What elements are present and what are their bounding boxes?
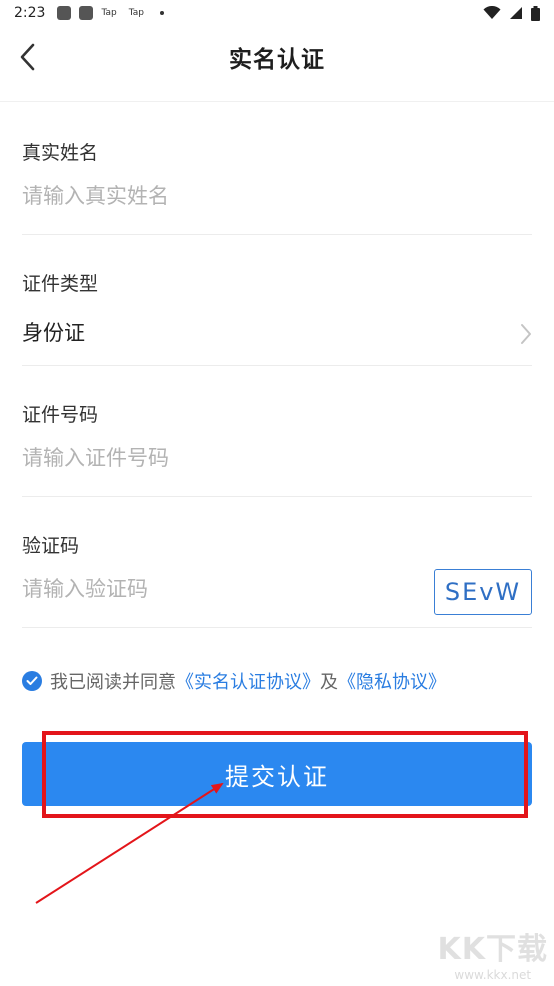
status-bar: 2:23 Tap Tap <box>0 0 554 26</box>
submit-verification-button[interactable]: 提交认证 <box>22 742 532 806</box>
id-number-field-row: 证件号码 <box>22 366 532 497</box>
name-field-row: 真实姓名 <box>22 102 532 235</box>
agreement-conjunction: 及 <box>320 672 338 693</box>
header-bar: 实名认证 <box>0 26 554 102</box>
id-number-label: 证件号码 <box>22 404 99 426</box>
signal-icon <box>510 7 522 19</box>
privacy-agreement-link[interactable]: 《隐私协议》 <box>338 668 446 694</box>
id-type-label: 证件类型 <box>22 273 99 295</box>
status-time: 2:23 <box>14 5 46 21</box>
app-notification-icon <box>79 6 94 20</box>
taptap-notification-label: Tap <box>128 8 144 18</box>
agreement-row: 我已阅读并同意 《实名认证协议》 及 《隐私协议》 <box>22 664 446 698</box>
page-title: 实名认证 <box>229 47 325 73</box>
captcha-image[interactable]: SEvW <box>434 569 532 615</box>
taptap-notification-label: Tap <box>101 8 117 18</box>
name-input[interactable] <box>22 184 402 208</box>
captcha-label: 验证码 <box>22 535 80 557</box>
more-notifications-dot <box>159 11 164 15</box>
verification-agreement-link[interactable]: 《实名认证协议》 <box>176 668 320 694</box>
real-name-verification-screen: 2:23 Tap Tap 实名认证 真实姓名 请输入真实姓名 证件类型 身份证 … <box>0 0 554 986</box>
wifi-icon <box>483 6 501 19</box>
id-type-row[interactable]: 证件类型 身份证 <box>22 235 532 366</box>
check-icon <box>26 676 38 685</box>
agreement-text: 我已阅读并同意 <box>50 672 176 693</box>
chevron-right-icon <box>521 324 531 344</box>
watermark-url: www.kkx.net <box>454 968 532 982</box>
app-notification-icon <box>57 6 72 20</box>
id-number-input[interactable] <box>22 446 402 470</box>
watermark-logo: KK下载 www.kkx.net <box>438 924 549 982</box>
captcha-input[interactable] <box>22 577 382 601</box>
captcha-field-row: 验证码 SEvW <box>22 497 532 628</box>
id-type-value: 身份证 <box>22 321 85 345</box>
watermark-logo-text: KK下载 <box>437 932 548 967</box>
agreement-checkbox[interactable] <box>22 671 42 691</box>
battery-icon <box>531 5 540 21</box>
name-label: 真实姓名 <box>22 142 99 164</box>
